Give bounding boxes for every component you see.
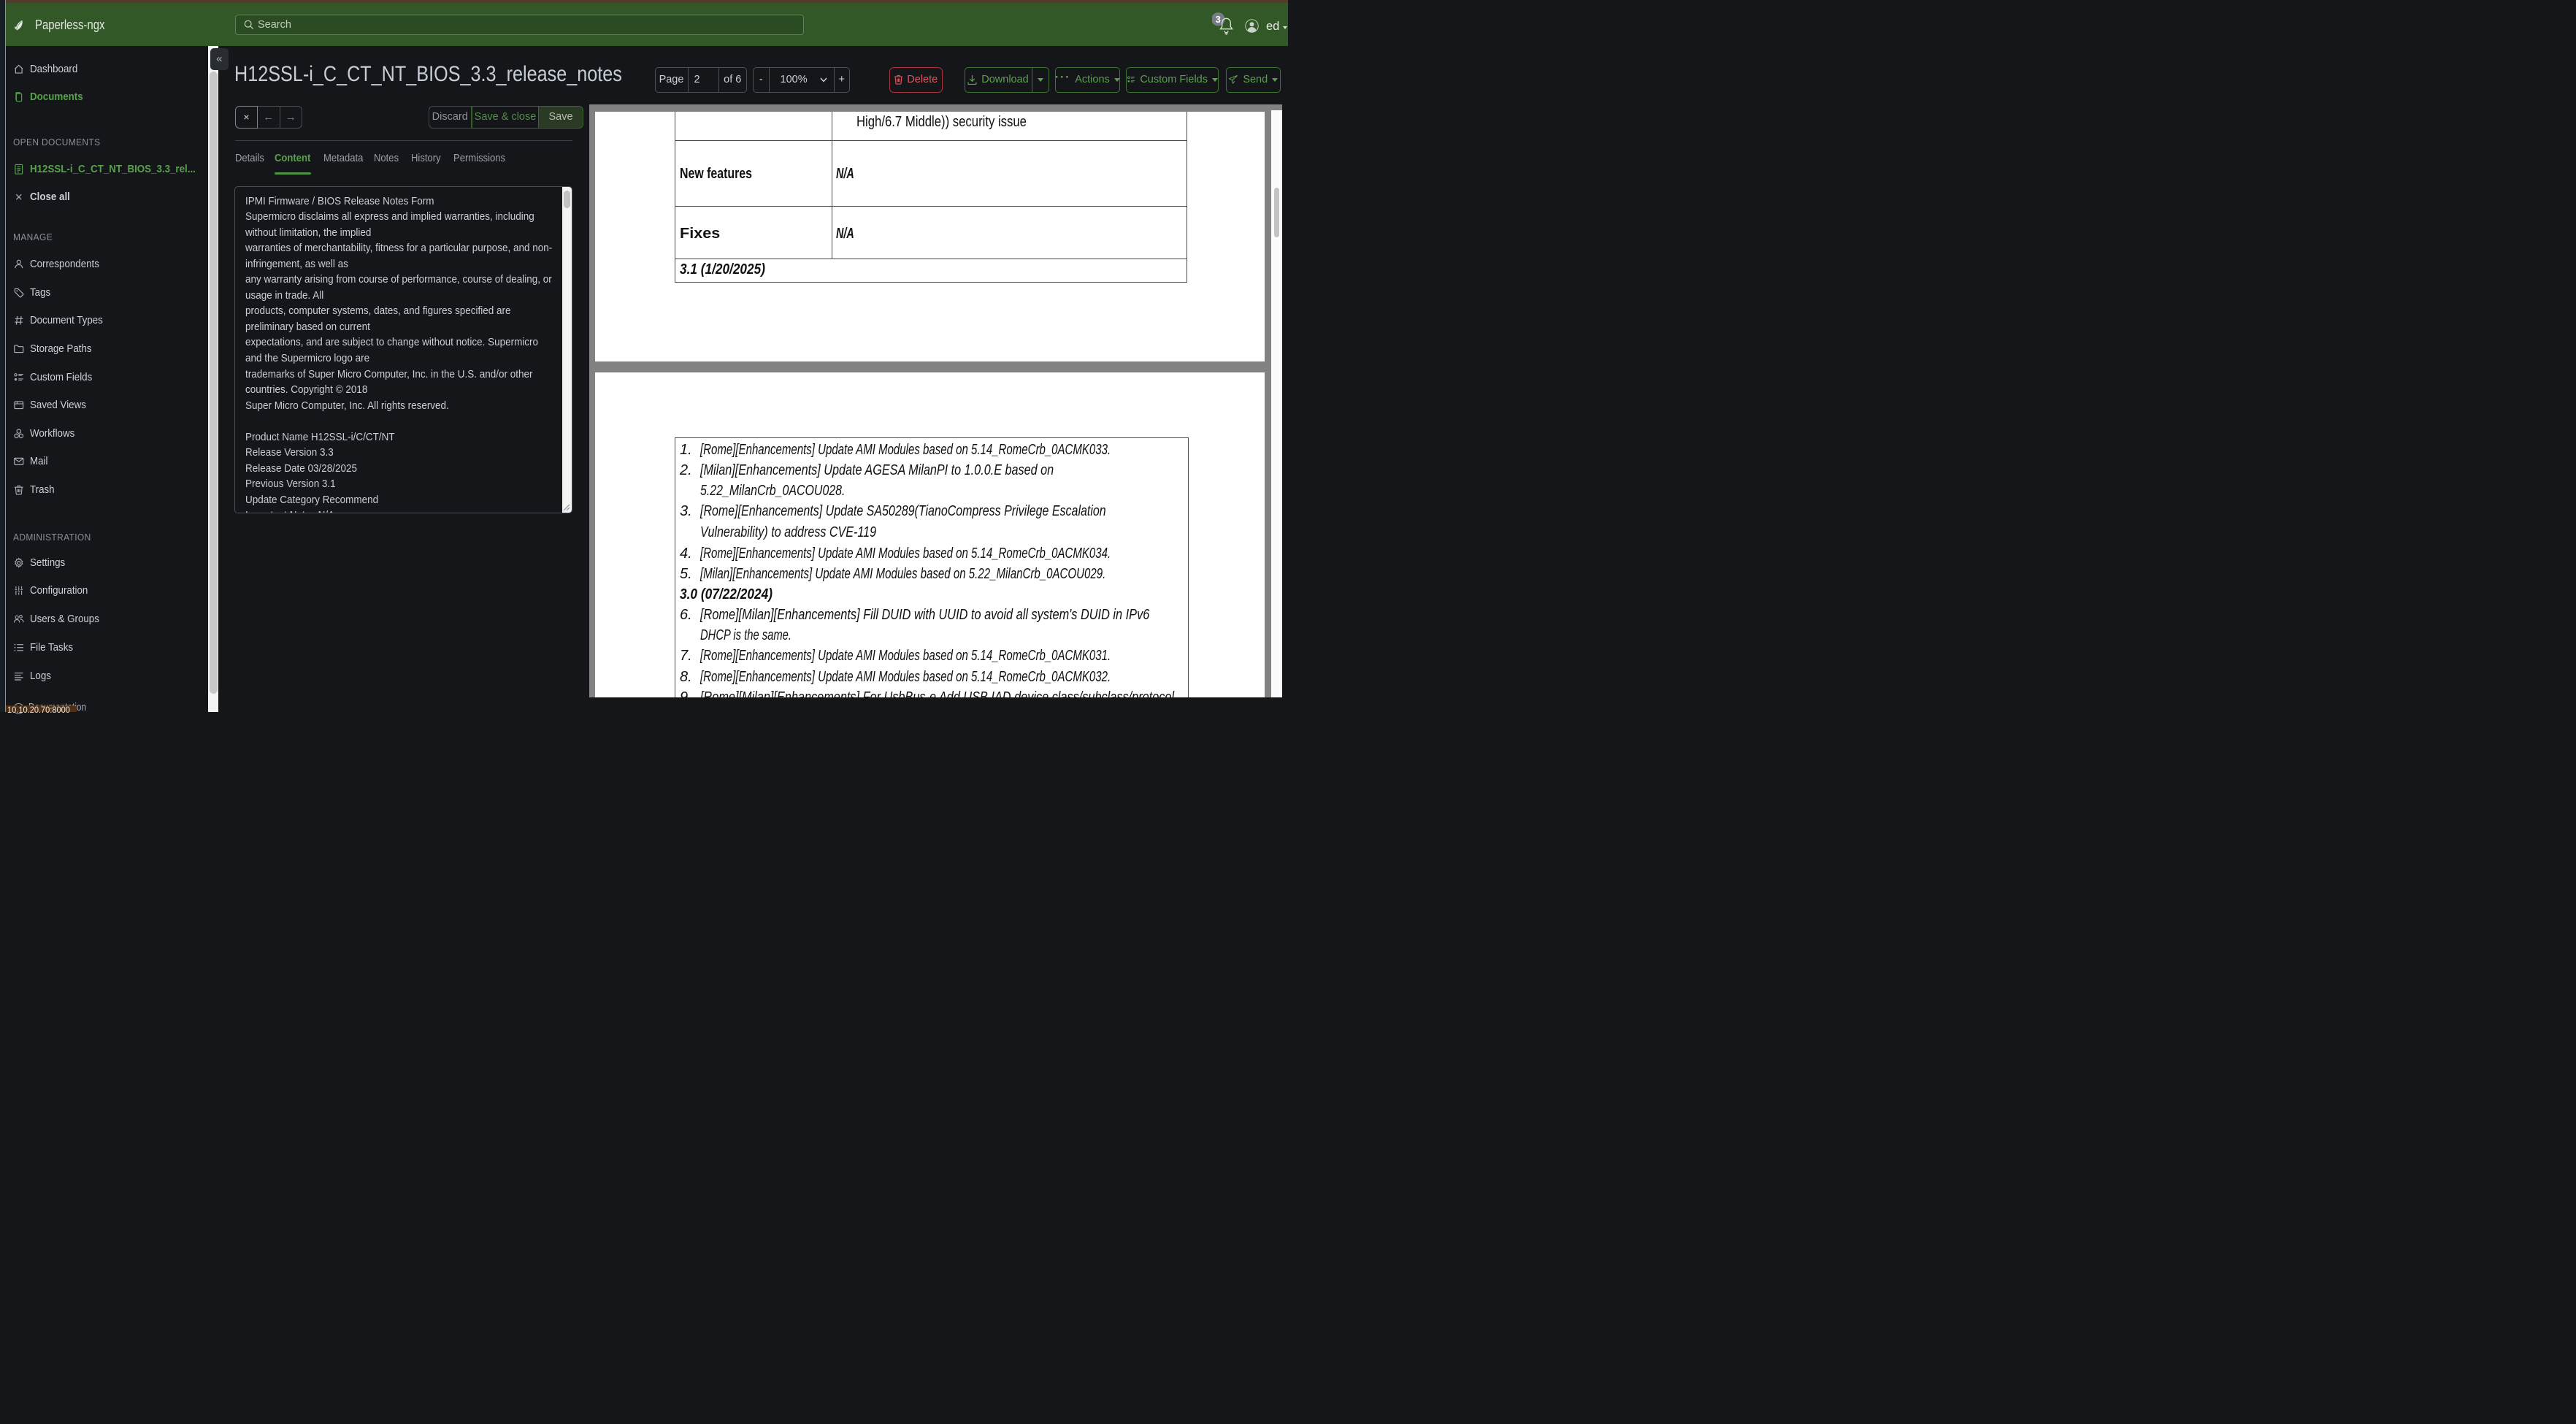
svg-text:3: 3 <box>1216 14 1221 25</box>
